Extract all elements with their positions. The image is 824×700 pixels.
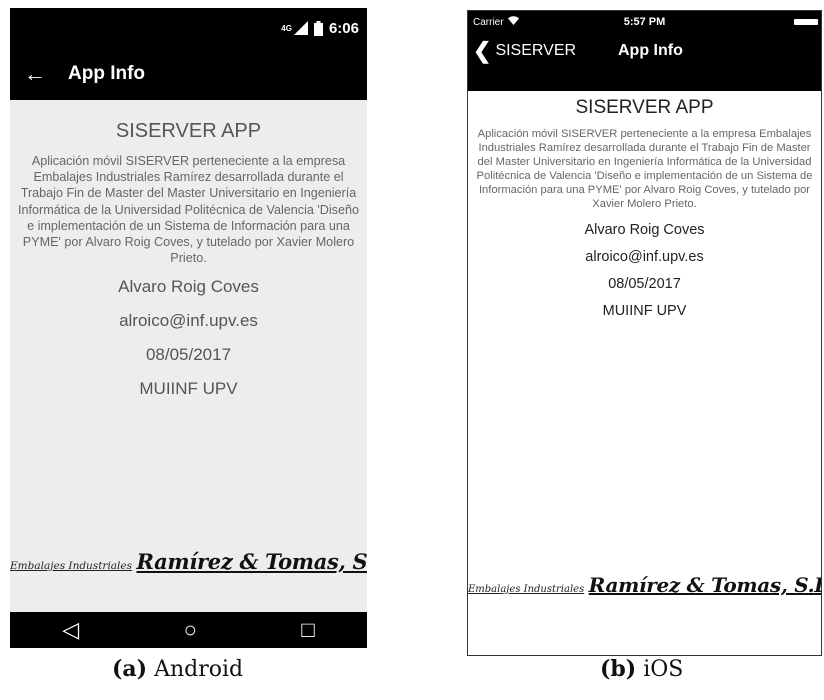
app-name-heading: SISERVER APP bbox=[575, 97, 714, 118]
author-name: Alvaro Roig Coves bbox=[584, 221, 705, 238]
back-button[interactable]: ❮ SISERVER bbox=[468, 40, 576, 62]
company-logo: Embalajes Industriales Ramírez & Tomas, … bbox=[10, 549, 367, 574]
app-description: Aplicación móvil SISERVER perteneciente … bbox=[476, 128, 813, 211]
signal-icon bbox=[293, 21, 308, 35]
logo-big-text: Ramírez & Tomas, S.L. bbox=[588, 573, 822, 597]
back-button-label: SISERVER bbox=[495, 42, 577, 59]
android-navigation-bar: ◁ ○ □ bbox=[10, 612, 367, 648]
status-time: 6:06 bbox=[328, 19, 359, 37]
status-time: 5:57 PM bbox=[623, 16, 666, 28]
release-date: 08/05/2017 bbox=[608, 275, 681, 292]
caption-android: (a) Android bbox=[112, 656, 243, 682]
ios-navigation-bar: ❮ SISERVER App Info bbox=[468, 33, 821, 69]
author-email: alroico@inf.upv.es bbox=[585, 248, 704, 265]
release-date: 08/05/2017 bbox=[145, 345, 232, 365]
logo-small-text: Embalajes Industriales bbox=[10, 560, 133, 572]
institution: MUIINF UPV bbox=[139, 379, 238, 399]
page-title: App Info bbox=[618, 42, 683, 59]
android-status-bar: 4G 6:06 bbox=[10, 8, 367, 48]
caption-ios: (b) iOS bbox=[600, 656, 683, 682]
logo-small-text: Embalajes Industriales bbox=[468, 584, 585, 595]
ios-top-bar: Carrier 5:57 PM ❮ SISERVER App Info bbox=[468, 11, 821, 91]
logo-big-text: Ramírez & Tomas, S.L. bbox=[136, 549, 367, 574]
nav-recents-icon[interactable]: □ bbox=[301, 619, 314, 641]
ios-screen: Carrier 5:57 PM ❮ SISERVER App Info SISE… bbox=[467, 10, 822, 656]
back-arrow-icon[interactable]: ← bbox=[24, 63, 46, 85]
nav-back-icon[interactable]: ◁ bbox=[62, 619, 79, 641]
ios-status-bar: Carrier 5:57 PM bbox=[468, 11, 821, 33]
author-email: alroico@inf.upv.es bbox=[119, 311, 258, 331]
app-name-heading: SISERVER APP bbox=[115, 120, 262, 142]
institution: MUIINF UPV bbox=[602, 302, 687, 319]
page-title: App Info bbox=[68, 63, 146, 84]
battery-icon bbox=[313, 20, 323, 36]
network-type-label: 4G bbox=[281, 23, 292, 33]
app-description: Aplicación móvil SISERVER perteneciente … bbox=[18, 154, 359, 266]
company-logo: Embalajes Industriales Ramírez & Tomas, … bbox=[468, 573, 821, 597]
caption-text: iOS bbox=[643, 657, 684, 682]
author-name: Alvaro Roig Coves bbox=[118, 277, 259, 297]
caption-text: Android bbox=[154, 657, 244, 682]
chevron-left-icon: ❮ bbox=[473, 38, 492, 63]
android-app-bar: ← App Info bbox=[10, 48, 367, 100]
app-info-content: SISERVER APP Aplicación móvil SISERVER p… bbox=[468, 97, 821, 320]
app-info-content: SISERVER APP Aplicación móvil SISERVER p… bbox=[10, 120, 367, 400]
battery-icon bbox=[794, 19, 818, 25]
nav-home-icon[interactable]: ○ bbox=[184, 619, 197, 641]
caption-label: (b) bbox=[600, 656, 637, 682]
caption-label: (a) bbox=[112, 656, 148, 682]
android-screen: 4G 6:06 ← App Info SISERVER APP Aplicaci… bbox=[10, 8, 367, 648]
